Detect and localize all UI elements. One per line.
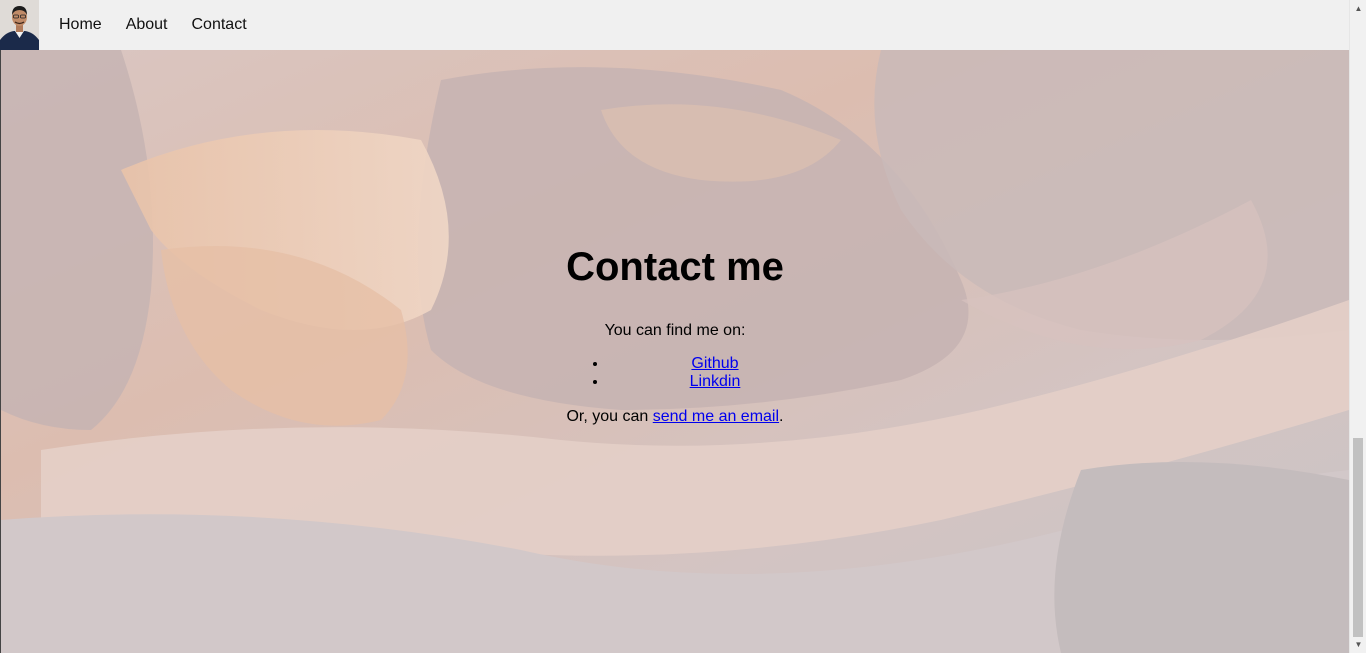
avatar[interactable] bbox=[0, 0, 39, 50]
nav-about-link[interactable]: About bbox=[114, 0, 180, 50]
page-title: Contact me bbox=[566, 245, 784, 289]
scrollbar-thumb[interactable] bbox=[1353, 438, 1363, 637]
outro-suffix: . bbox=[779, 408, 784, 425]
intro-text: You can find me on: bbox=[604, 322, 746, 339]
send-email-link[interactable]: send me an email bbox=[653, 408, 779, 425]
arrow-down-icon[interactable]: ▼ bbox=[1350, 636, 1366, 653]
nav-links: Home About Contact bbox=[47, 0, 259, 50]
email-text: Or, you can send me an email. bbox=[1, 407, 1349, 427]
contact-section: Contact me You can find me on: Github Li… bbox=[0, 50, 1349, 653]
top-navbar: Home About Contact bbox=[0, 0, 1349, 50]
github-link[interactable]: Github bbox=[691, 355, 738, 372]
nav-contact-link[interactable]: Contact bbox=[180, 0, 259, 50]
arrow-up-icon[interactable]: ▲ bbox=[1350, 0, 1366, 17]
linkdin-link[interactable]: Linkdin bbox=[690, 373, 741, 390]
nav-home-link[interactable]: Home bbox=[47, 0, 114, 50]
list-item: Linkdin bbox=[608, 373, 822, 391]
outro-prefix: Or, you can bbox=[566, 408, 653, 425]
contact-content: Contact me You can find me on: Github Li… bbox=[1, 50, 1349, 653]
list-item: Github bbox=[608, 355, 822, 373]
vertical-scrollbar[interactable]: ▲ ▼ bbox=[1349, 0, 1366, 653]
social-links-list: Github Linkdin bbox=[568, 355, 822, 391]
